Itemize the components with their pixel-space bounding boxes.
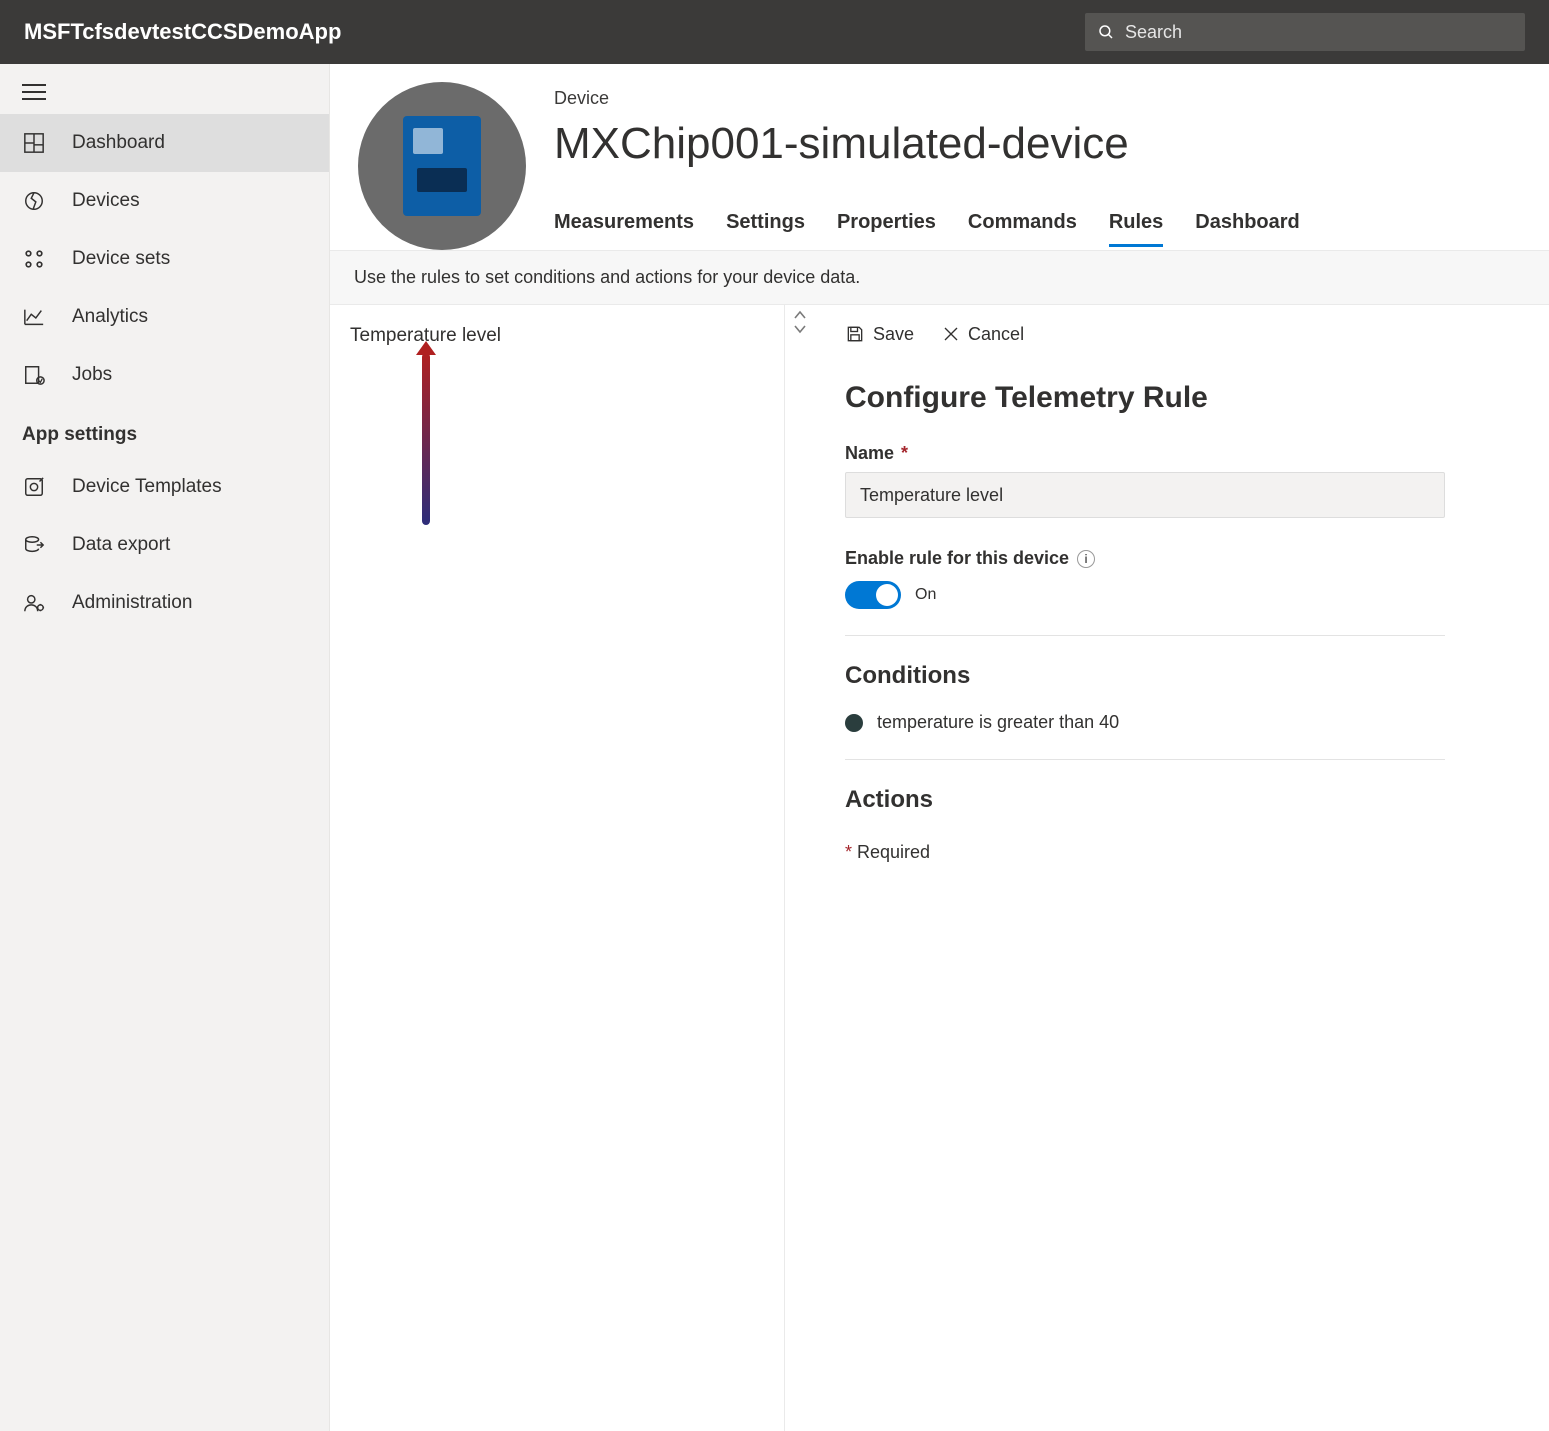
condition-item[interactable]: temperature is greater than 40 <box>845 712 1519 733</box>
tab-settings[interactable]: Settings <box>726 211 805 247</box>
sidebar-item-analytics[interactable]: Analytics <box>0 288 329 346</box>
rule-form-title: Configure Telemetry Rule <box>845 381 1519 415</box>
rules-list: Temperature level <box>330 305 785 1431</box>
device-tabs: Measurements Settings Properties Command… <box>554 211 1529 247</box>
sidebar-item-data-export[interactable]: Data export <box>0 516 329 574</box>
administration-icon <box>22 592 46 614</box>
scroll-down-button[interactable] <box>793 323 807 335</box>
sidebar-item-devices[interactable]: Devices <box>0 172 329 230</box>
devices-icon <box>22 190 46 212</box>
cancel-button[interactable]: Cancel <box>942 324 1024 345</box>
device-chip-icon <box>403 116 481 216</box>
sidebar-item-label: Dashboard <box>72 132 165 154</box>
search-icon <box>1097 23 1115 41</box>
data-export-icon <box>22 534 46 556</box>
sidebar-item-device-templates[interactable]: Device Templates <box>0 458 329 516</box>
sidebar-item-label: Data export <box>72 534 170 556</box>
sidebar-item-jobs[interactable]: Jobs <box>0 346 329 404</box>
search-input[interactable] <box>1125 22 1513 43</box>
conditions-heading: Conditions <box>845 662 1519 690</box>
condition-text: temperature is greater than 40 <box>877 712 1119 733</box>
device-templates-icon <box>22 476 46 498</box>
device-header: Device MXChip001-simulated-device Measur… <box>330 64 1549 251</box>
device-label: Device <box>554 88 1529 109</box>
annotation-arrow <box>422 353 430 525</box>
condition-dot-icon <box>845 714 863 732</box>
device-sets-icon <box>22 248 46 270</box>
scroll-up-button[interactable] <box>793 309 807 321</box>
main-content: Device MXChip001-simulated-device Measur… <box>330 64 1549 1431</box>
enable-label: Enable rule for this device <box>845 548 1069 569</box>
sidebar-item-label: Administration <box>72 592 192 614</box>
sidebar-item-label: Device sets <box>72 248 170 270</box>
sidebar-item-administration[interactable]: Administration <box>0 574 329 632</box>
save-button[interactable]: Save <box>845 324 914 345</box>
required-note: * Required <box>845 842 1519 863</box>
save-icon <box>845 324 865 344</box>
required-star-icon: * <box>896 443 908 463</box>
tab-properties[interactable]: Properties <box>837 211 936 247</box>
list-scroll-buttons <box>785 305 815 1431</box>
device-avatar <box>358 82 526 250</box>
search-box[interactable] <box>1085 13 1525 51</box>
jobs-icon <box>22 364 46 386</box>
enable-toggle[interactable] <box>845 581 901 609</box>
sidebar-item-label: Devices <box>72 190 140 212</box>
app-title: MSFTcfsdevtestCCSDemoApp <box>24 19 1085 45</box>
info-icon[interactable]: i <box>1077 550 1095 568</box>
sidebar: Dashboard Devices Device sets Analytics <box>0 64 330 1431</box>
tab-commands[interactable]: Commands <box>968 211 1077 247</box>
dashboard-icon <box>22 132 46 154</box>
sidebar-item-label: Analytics <box>72 306 148 328</box>
device-name: MXChip001-simulated-device <box>554 119 1529 169</box>
sidebar-section-heading: App settings <box>0 404 329 458</box>
cancel-button-label: Cancel <box>968 324 1024 345</box>
rule-name-input[interactable] <box>845 472 1445 518</box>
actions-heading: Actions <box>845 786 1519 814</box>
sidebar-item-dashboard[interactable]: Dashboard <box>0 114 329 172</box>
tab-measurements[interactable]: Measurements <box>554 211 694 247</box>
nav-toggle-button[interactable] <box>0 70 329 114</box>
tab-dashboard[interactable]: Dashboard <box>1195 211 1299 247</box>
toggle-state-label: On <box>915 586 936 604</box>
rule-list-item[interactable]: Temperature level <box>350 325 764 347</box>
sidebar-item-label: Device Templates <box>72 476 222 498</box>
name-label: Name * <box>845 443 1519 464</box>
top-bar: MSFTcfsdevtestCCSDemoApp <box>0 0 1549 64</box>
info-strip: Use the rules to set conditions and acti… <box>330 251 1549 305</box>
sidebar-item-label: Jobs <box>72 364 112 386</box>
rule-detail-panel: Save Cancel Configure Telemetry Rule Nam… <box>815 305 1549 1431</box>
close-icon <box>942 325 960 343</box>
analytics-icon <box>22 306 46 328</box>
rule-toolbar: Save Cancel <box>845 305 1519 363</box>
sidebar-item-device-sets[interactable]: Device sets <box>0 230 329 288</box>
divider <box>845 759 1445 760</box>
divider <box>845 635 1445 636</box>
save-button-label: Save <box>873 324 914 345</box>
tab-rules[interactable]: Rules <box>1109 211 1163 247</box>
